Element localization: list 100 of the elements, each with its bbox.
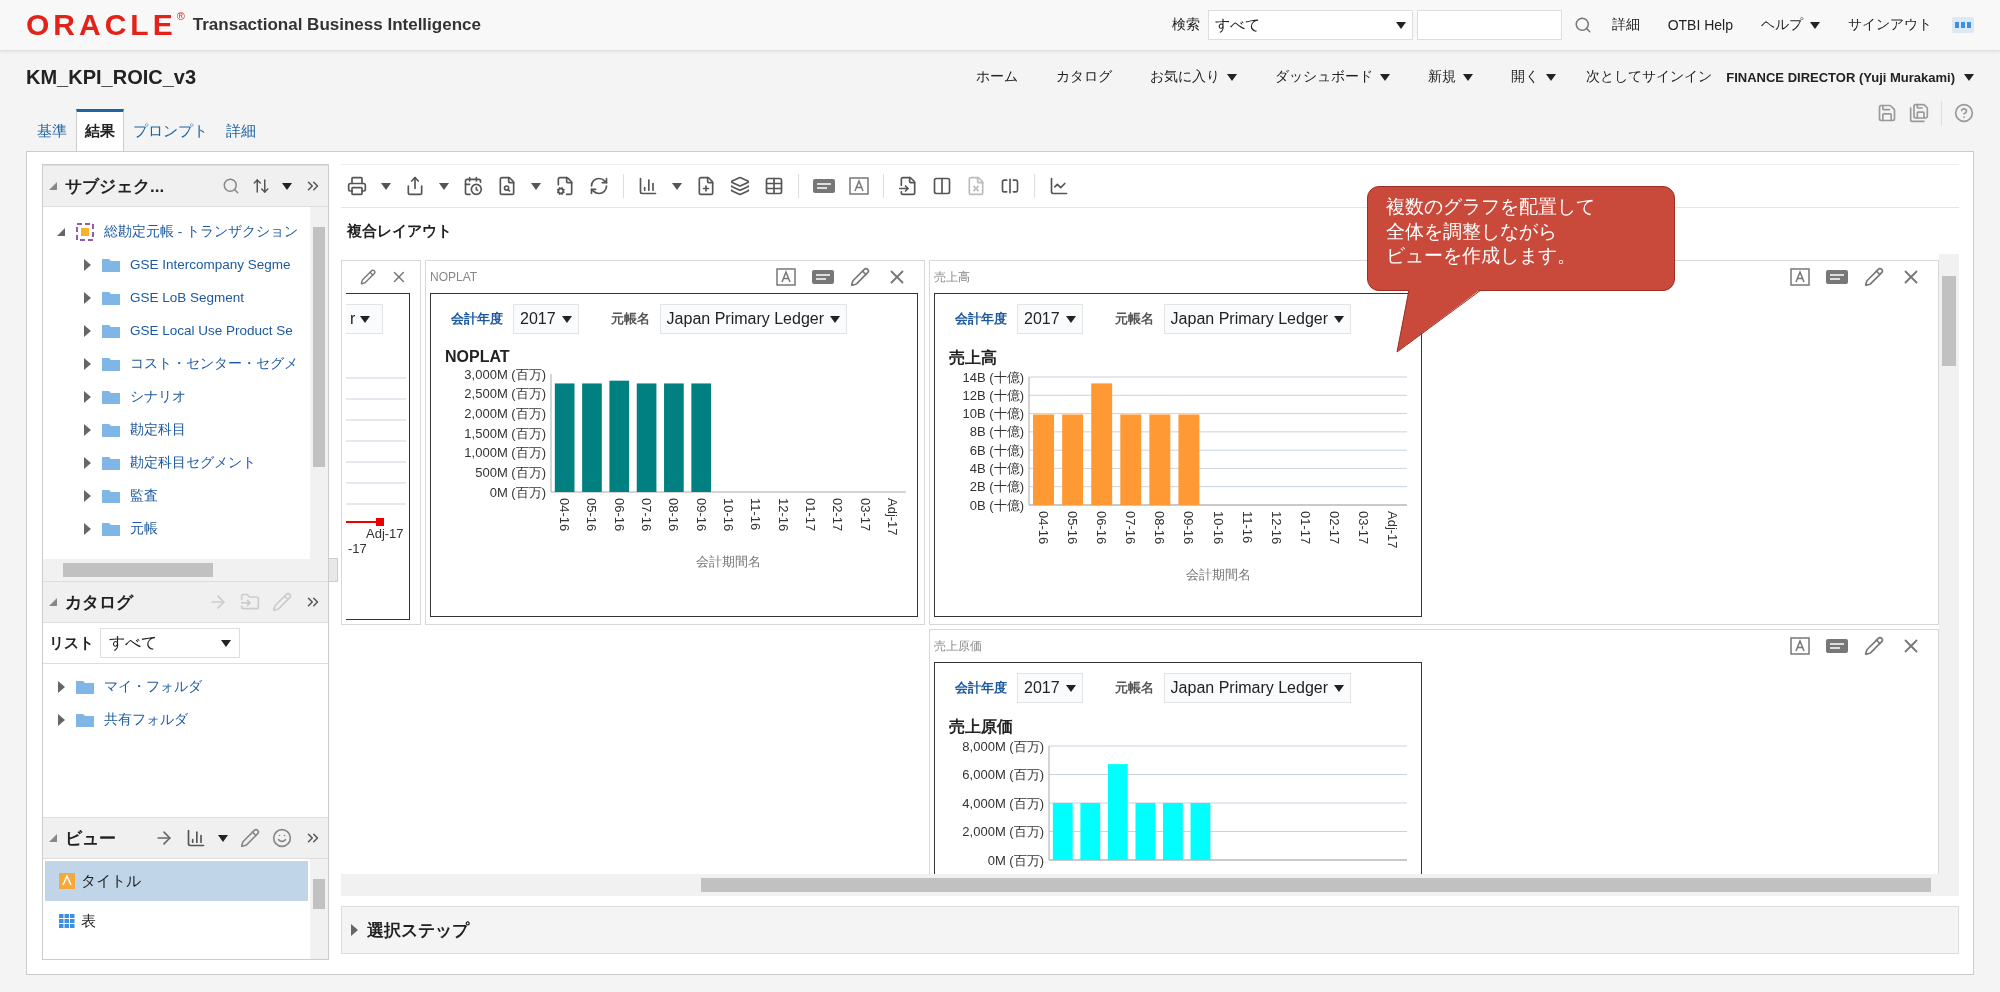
tree-item[interactable]: コスト・センター・セグメ	[130, 354, 298, 373]
save-as-icon[interactable]	[1909, 103, 1929, 123]
file-plus-icon[interactable]	[696, 176, 716, 196]
tree-item[interactable]: GSE Local Use Product Se	[130, 323, 293, 338]
year-dropdown[interactable]: 2017	[1017, 304, 1083, 334]
line-chart-icon[interactable]	[1049, 176, 1069, 196]
label-tag-icon[interactable]	[1826, 270, 1848, 284]
tree-item[interactable]: 共有フォルダ	[104, 710, 188, 729]
refresh-icon[interactable]	[589, 176, 609, 196]
edit-icon[interactable]	[1864, 267, 1884, 287]
text-box-icon[interactable]	[776, 268, 796, 286]
split-icon[interactable]	[1000, 176, 1020, 196]
nav-link[interactable]: お気に入り	[1150, 68, 1238, 86]
nav-link[interactable]: カタログ	[1056, 68, 1113, 86]
vertical-scrollbar[interactable]	[310, 207, 328, 559]
expand-triangle-icon[interactable]	[350, 924, 359, 936]
search-scope-select[interactable]: すべて	[1207, 10, 1413, 40]
tree-item[interactable]: マイ・フォルダ	[104, 677, 202, 696]
expand-triangle-icon[interactable]	[83, 390, 92, 403]
scrollbar-thumb[interactable]	[701, 878, 1931, 892]
scrollbar-thumb[interactable]	[313, 879, 325, 909]
nav-link[interactable]: 開く	[1511, 68, 1557, 86]
label-tag-icon[interactable]	[1826, 639, 1848, 653]
expand-triangle-icon[interactable]	[83, 423, 92, 436]
tree-item[interactable]: GSE LoB Segment	[130, 290, 245, 305]
help-icon[interactable]	[1954, 103, 1974, 123]
nav-link[interactable]: ホーム	[976, 68, 1019, 86]
list-select[interactable]: すべて	[100, 628, 240, 658]
expand-triangle-icon[interactable]	[57, 680, 66, 693]
horizontal-scrollbar[interactable]	[43, 559, 328, 581]
vertical-scrollbar[interactable]	[1939, 254, 1959, 896]
scrollbar-thumb[interactable]	[1942, 276, 1956, 366]
expand-triangle-icon[interactable]	[83, 258, 92, 271]
table-icon[interactable]	[764, 176, 784, 196]
edit-icon[interactable]	[240, 828, 260, 848]
tree-item[interactable]: GSE Intercompany Segme	[130, 257, 291, 272]
edit-icon[interactable]	[850, 267, 870, 287]
selection-steps-bar[interactable]: 選択ステップ	[341, 906, 1959, 954]
collapse-triangle-icon[interactable]	[49, 182, 57, 190]
vertical-scrollbar[interactable]	[310, 859, 328, 959]
view-list-item[interactable]: タイトル	[45, 861, 308, 901]
edit-icon[interactable]	[1864, 636, 1884, 656]
header-link[interactable]: ヘルプ	[1761, 16, 1820, 34]
text-box-icon[interactable]	[849, 177, 869, 195]
expand-triangle-icon[interactable]	[83, 489, 92, 502]
sort-icon[interactable]	[252, 177, 270, 195]
file-input-icon[interactable]	[898, 176, 918, 196]
expand-triangle-icon[interactable]	[83, 522, 92, 535]
expand-triangle-icon[interactable]	[83, 291, 92, 304]
scrollbar-thumb[interactable]	[313, 227, 325, 467]
search-icon[interactable]	[1573, 16, 1592, 34]
scrollbar-thumb[interactable]	[63, 563, 213, 577]
year-dropdown[interactable]: 2017	[513, 304, 579, 334]
view-list-item[interactable]: 表	[45, 901, 308, 941]
columns-icon[interactable]	[932, 176, 952, 196]
user-menu[interactable]: FINANCE DIRECTOR (Yuji Murakami)	[1726, 69, 1974, 85]
collapse-triangle-icon[interactable]	[49, 598, 57, 606]
export-icon[interactable]	[405, 176, 425, 196]
text-box-icon[interactable]	[1790, 637, 1810, 655]
dropdown-fragment[interactable]: r	[346, 304, 383, 334]
tab[interactable]: プロンプト	[124, 109, 217, 152]
save-icon[interactable]	[1877, 103, 1897, 123]
expand-triangle-icon[interactable]	[83, 456, 92, 469]
tab[interactable]: 基準	[28, 109, 76, 152]
tree-item[interactable]: 勘定科目	[130, 420, 186, 439]
expand-triangle-icon[interactable]	[57, 713, 66, 726]
year-dropdown[interactable]: 2017	[1017, 673, 1083, 703]
label-tag-icon[interactable]	[813, 179, 835, 193]
tab[interactable]: 結果	[76, 109, 124, 152]
nav-link[interactable]: ダッシュボード	[1275, 68, 1391, 86]
text-box-icon[interactable]	[1790, 268, 1810, 286]
ledger-dropdown[interactable]: Japan Primary Ledger	[659, 304, 847, 334]
bar-chart-icon[interactable]	[186, 828, 206, 848]
label-tag-icon[interactable]	[812, 270, 834, 284]
nav-link[interactable]: 新規	[1428, 68, 1474, 86]
ledger-dropdown[interactable]: Japan Primary Ledger	[1163, 673, 1351, 703]
layers-icon[interactable]	[730, 176, 750, 196]
ledger-dropdown[interactable]: Japan Primary Ledger	[1163, 304, 1351, 334]
tree-item[interactable]: 監査	[130, 486, 158, 505]
tree-item[interactable]: シナリオ	[130, 387, 186, 406]
tab[interactable]: 詳細	[217, 109, 265, 152]
file-settings-icon[interactable]	[555, 176, 575, 196]
face-icon[interactable]	[272, 828, 292, 848]
calendar-clock-icon[interactable]	[463, 176, 483, 196]
collapse-handle[interactable]	[328, 558, 338, 582]
edit-icon[interactable]	[360, 267, 377, 287]
bar-chart-icon[interactable]	[638, 176, 658, 196]
tree-item[interactable]: 勘定科目セグメント	[130, 453, 256, 472]
search-icon[interactable]	[222, 177, 240, 195]
header-link[interactable]: サインアウト	[1848, 16, 1932, 34]
expand-triangle-icon[interactable]	[83, 357, 92, 370]
apps-icon[interactable]	[1952, 17, 1974, 33]
printer-icon[interactable]	[347, 176, 367, 196]
file-search-icon[interactable]	[497, 176, 517, 196]
collapse-triangle-icon[interactable]	[49, 834, 57, 842]
search-field[interactable]	[1416, 10, 1562, 40]
tree-item[interactable]: 総勘定元帳 - トランザクション	[104, 222, 298, 241]
header-link[interactable]: 詳細	[1611, 16, 1640, 34]
expand-triangle-icon[interactable]	[83, 324, 92, 337]
header-link[interactable]: OTBI Help	[1667, 17, 1733, 33]
